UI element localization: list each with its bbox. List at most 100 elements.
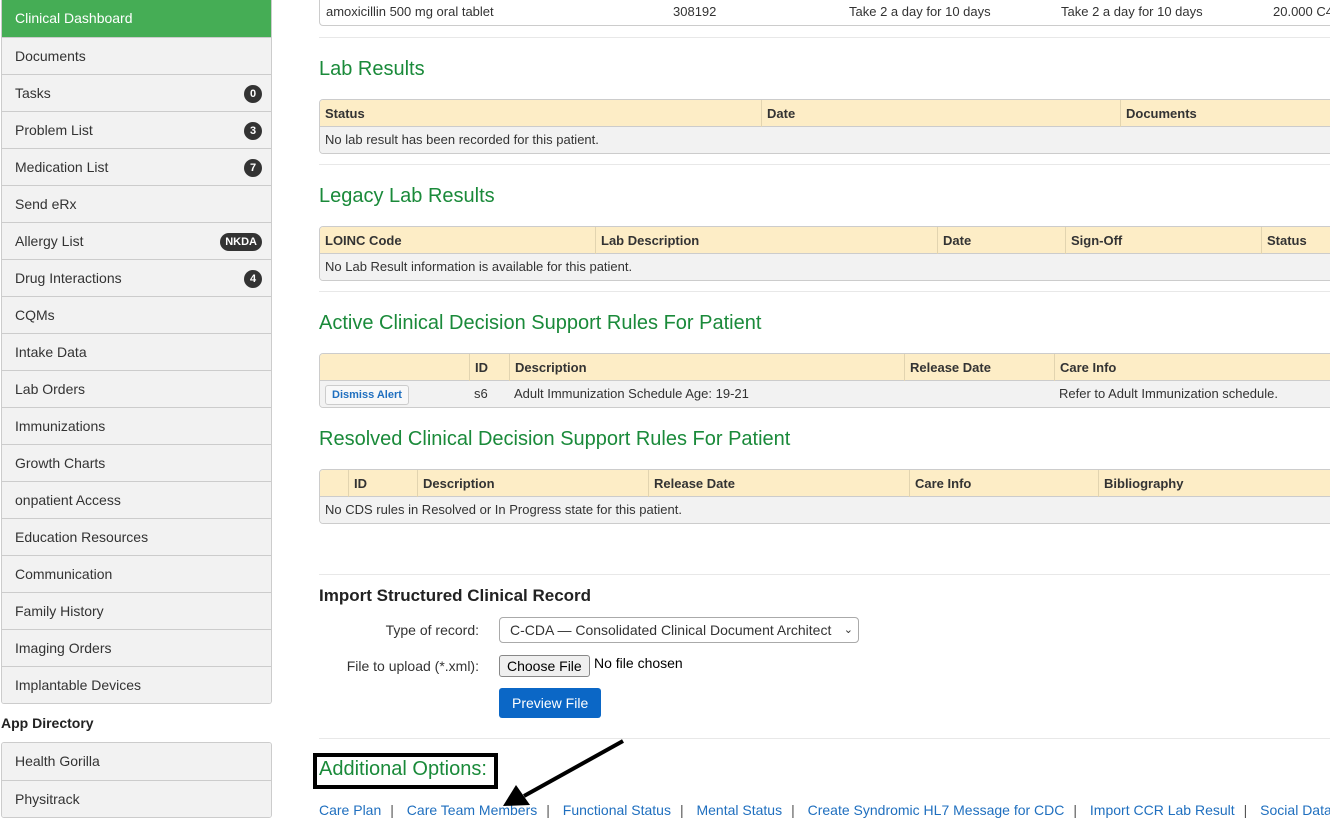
active-cds-table: ID Description Release Date Care Info Di… bbox=[319, 353, 1330, 408]
import-ccr-lab-result-link[interactable]: Import CCR Lab Result bbox=[1090, 802, 1235, 818]
functional-status-link[interactable]: Functional Status bbox=[563, 802, 671, 818]
medication-qty: 20.000 C4 bbox=[1273, 4, 1330, 19]
choose-file-button[interactable]: Choose File bbox=[499, 655, 590, 677]
sidebar-item-label: Lab Orders bbox=[15, 381, 86, 397]
divider bbox=[319, 574, 1330, 575]
social-data-link[interactable]: Social Data bbox=[1260, 802, 1330, 818]
sidebar-item-label: Health Gorilla bbox=[15, 753, 100, 769]
divider bbox=[319, 291, 1330, 292]
sidebar-item-label: onpatient Access bbox=[15, 492, 121, 508]
sidebar-item-clinical-dashboard[interactable]: Clinical Dashboard bbox=[2, 0, 271, 37]
count-badge: 4 bbox=[244, 270, 262, 288]
file-upload-label: File to upload (*.xml): bbox=[346, 658, 479, 674]
sidebar-item-label: Clinical Dashboard bbox=[15, 10, 133, 26]
dismiss-alert-button[interactable]: Dismiss Alert bbox=[325, 385, 409, 405]
table-header: ID Description Release Date Care Info bbox=[320, 354, 1330, 381]
preview-file-button[interactable]: Preview File bbox=[499, 688, 602, 718]
sidebar-item-intake-data[interactable]: Intake Data bbox=[2, 333, 271, 370]
sidebar-item-implantable-devices[interactable]: Implantable Devices bbox=[2, 666, 271, 703]
sidebar-item-label: Send eRx bbox=[15, 196, 77, 212]
table-row: No Lab Result information is available f… bbox=[320, 254, 1330, 280]
medication-sig: Take 2 a day for 10 days bbox=[849, 4, 991, 19]
column-header: Care Info bbox=[909, 470, 971, 497]
chevron-down-icon: ⌄ bbox=[843, 624, 853, 636]
divider bbox=[319, 738, 1330, 739]
sidebar-item-onpatient-access[interactable]: onpatient Access bbox=[2, 481, 271, 518]
table-row: No lab result has been recorded for this… bbox=[320, 127, 1330, 153]
sidebar-item-label: Drug Interactions bbox=[15, 270, 122, 286]
sidebar-item-medication-list[interactable]: Medication List 7 bbox=[2, 148, 271, 185]
sidebar-item-allergy-list[interactable]: Allergy List NKDA bbox=[2, 222, 271, 259]
resolved-cds-heading: Resolved Clinical Decision Support Rules… bbox=[319, 428, 791, 450]
sidebar-item-label: Physitrack bbox=[15, 791, 80, 807]
sidebar-item-label: Documents bbox=[15, 48, 86, 64]
rule-care-info: Refer to Adult Immunization schedule. bbox=[1059, 386, 1278, 401]
sidebar-item-health-gorilla[interactable]: Health Gorilla bbox=[2, 743, 271, 780]
column-header: Bibliography bbox=[1098, 470, 1183, 497]
separator: | bbox=[546, 802, 550, 818]
sidebar-item-cqms[interactable]: CQMs bbox=[2, 296, 271, 333]
sidebar-item-communication[interactable]: Communication bbox=[2, 555, 271, 592]
separator: | bbox=[791, 802, 795, 818]
sidebar-item-label: CQMs bbox=[15, 307, 55, 323]
column-header: Care Info bbox=[1054, 354, 1116, 381]
sidebar-item-immunizations[interactable]: Immunizations bbox=[2, 407, 271, 444]
sidebar-item-label: Implantable Devices bbox=[15, 677, 142, 693]
record-type-value: C-CDA — Consolidated Clinical Document A… bbox=[510, 622, 832, 638]
sidebar-item-label: Communication bbox=[15, 566, 113, 582]
sidebar-item-label: Intake Data bbox=[15, 344, 87, 360]
care-plan-link[interactable]: Care Plan bbox=[319, 802, 381, 818]
medication-code: 308192 bbox=[673, 4, 717, 19]
column-header: Lab Description bbox=[595, 227, 699, 254]
additional-options-links: Care Plan | Care Team Members | Functional… bbox=[319, 802, 1330, 818]
rule-release-date bbox=[904, 381, 909, 407]
sidebar-item-label: Problem List bbox=[15, 122, 93, 138]
sidebar-item-send-erx[interactable]: Send eRx bbox=[2, 185, 271, 222]
file-status: No file chosen bbox=[594, 655, 683, 671]
sidebar-item-education-resources[interactable]: Education Resources bbox=[2, 518, 271, 555]
sidebar-item-family-history[interactable]: Family History bbox=[2, 592, 271, 629]
sidebar: Clinical Dashboard Documents Tasks 0 Prob… bbox=[0, 0, 272, 818]
sidebar-item-label: Allergy List bbox=[15, 233, 84, 249]
table-row: No CDS rules in Resolved or In Progress … bbox=[320, 497, 1330, 523]
column-header: Date bbox=[761, 100, 795, 127]
app-directory-nav: Health Gorilla Physitrack bbox=[1, 742, 272, 818]
sidebar-item-label: Medication List bbox=[15, 159, 109, 175]
medication-name: amoxicillin 500 mg oral tablet bbox=[326, 4, 494, 19]
sidebar-item-growth-charts[interactable]: Growth Charts bbox=[2, 444, 271, 481]
sidebar-item-imaging-orders[interactable]: Imaging Orders bbox=[2, 629, 271, 666]
sidebar-item-lab-orders[interactable]: Lab Orders bbox=[2, 370, 271, 407]
record-type-select[interactable]: C-CDA — Consolidated Clinical Document A… bbox=[499, 617, 859, 643]
table-header: Status Date Documents bbox=[320, 100, 1330, 127]
lab-results-heading: Lab Results bbox=[319, 58, 425, 80]
sidebar-item-label: Immunizations bbox=[15, 418, 106, 434]
count-badge: 7 bbox=[244, 159, 262, 177]
medication-instructions: Take 2 a day for 10 days bbox=[1061, 4, 1203, 19]
mental-status-link[interactable]: Mental Status bbox=[696, 802, 782, 818]
separator: | bbox=[390, 802, 394, 818]
column-header: Description bbox=[417, 470, 495, 497]
table-row: Dismiss Alert s6 Adult Immunization Sche… bbox=[320, 381, 1330, 407]
divider bbox=[319, 164, 1330, 165]
nkda-badge: NKDA bbox=[220, 233, 262, 251]
sidebar-item-documents[interactable]: Documents bbox=[2, 37, 271, 74]
sidebar-item-tasks[interactable]: Tasks 0 bbox=[2, 74, 271, 111]
care-team-members-link[interactable]: Care Team Members bbox=[407, 802, 537, 818]
column-header bbox=[320, 354, 325, 381]
sidebar-item-label: Family History bbox=[15, 603, 104, 619]
column-header bbox=[320, 470, 325, 497]
lab-results-table: Status Date Documents No lab result has … bbox=[319, 99, 1330, 154]
resolved-cds-table: ID Description Release Date Care Info Bi… bbox=[319, 469, 1330, 524]
column-header: Date bbox=[937, 227, 971, 254]
column-header: Documents bbox=[1120, 100, 1197, 127]
import-record-heading: Import Structured Clinical Record bbox=[319, 586, 592, 605]
sidebar-item-problem-list[interactable]: Problem List 3 bbox=[2, 111, 271, 148]
rule-description: Adult Immunization Schedule Age: 19-21 bbox=[514, 386, 749, 401]
divider bbox=[319, 37, 1330, 38]
sidebar-item-physitrack[interactable]: Physitrack bbox=[2, 780, 271, 817]
sidebar-item-drug-interactions[interactable]: Drug Interactions 4 bbox=[2, 259, 271, 296]
count-badge: 0 bbox=[244, 85, 262, 103]
sidebar-item-label: Growth Charts bbox=[15, 455, 106, 471]
column-header: Sign-Off bbox=[1065, 227, 1122, 254]
syndromic-hl7-link[interactable]: Create Syndromic HL7 Message for CDC bbox=[808, 802, 1065, 818]
